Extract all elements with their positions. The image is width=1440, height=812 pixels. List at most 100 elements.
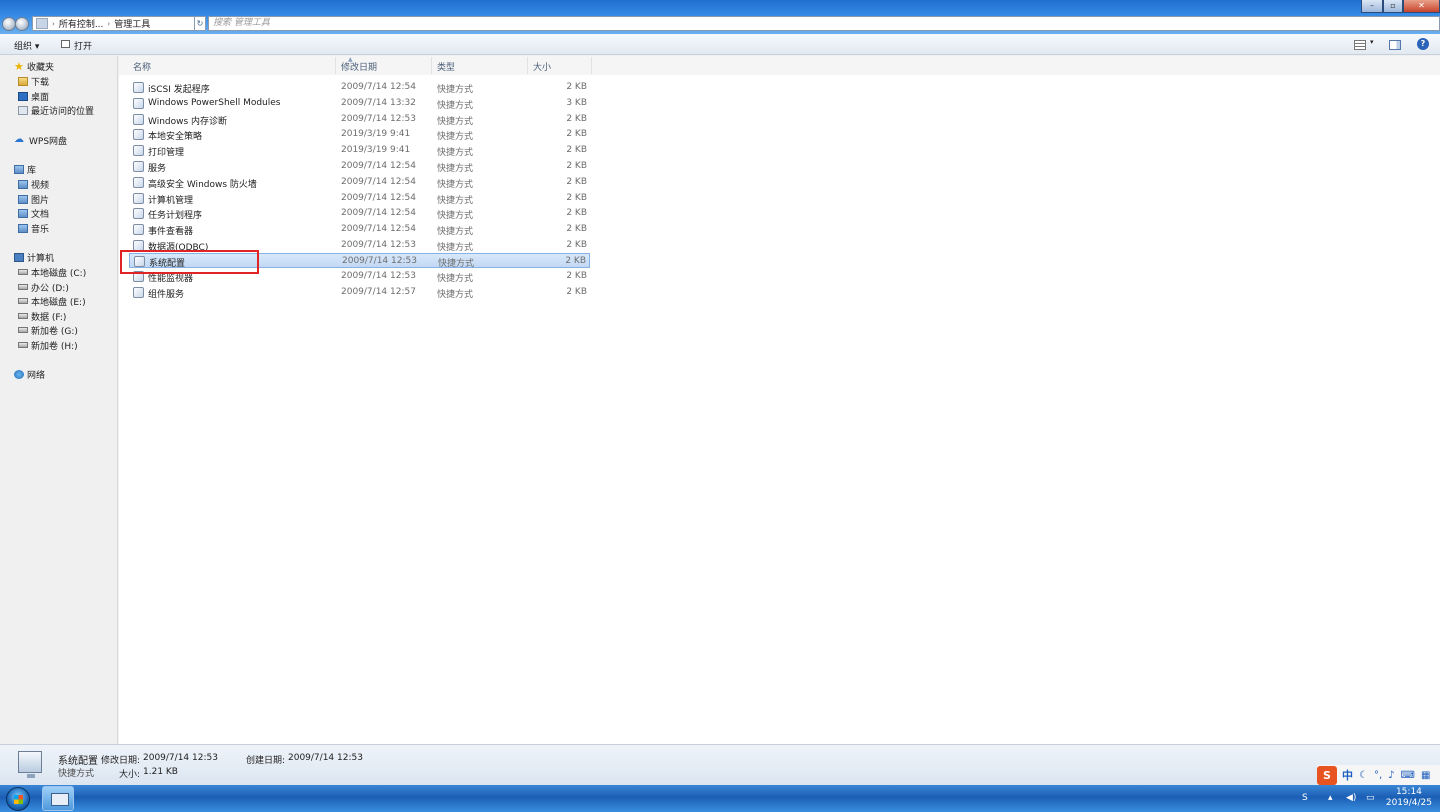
table-row[interactable]: 组件服务 2009/7/14 12:57 快捷方式 2 KB [129, 285, 590, 300]
task-scheduler-shortcut-icon [133, 208, 144, 219]
file-name: 本地安全策略 [148, 132, 203, 142]
table-row[interactable]: 服务 2009/7/14 12:54 快捷方式 2 KB [129, 159, 590, 174]
navigation-pane: ★ 收藏夹 下载 桌面 最近访问的位置 ☁ WPS网盘 库 视频 图片 文档 音… [0, 56, 118, 744]
table-row[interactable]: iSCSI 发起程序 2009/7/14 12:54 快捷方式 2 KB [129, 80, 590, 95]
sidebar-item-desktop[interactable]: 桌面 [18, 89, 49, 103]
preview-pane-icon[interactable] [1389, 40, 1401, 50]
sidebar-item-label: 图片 [31, 195, 50, 206]
sidebar-item-network[interactable]: 网络 [14, 367, 45, 381]
chevron-up-icon[interactable]: ▴ [1328, 793, 1333, 803]
column-header-size[interactable]: 大小 [533, 60, 551, 73]
table-row[interactable]: 打印管理 2019/3/19 9:41 快捷方式 2 KB [129, 143, 590, 158]
breadcrumb-control-panel[interactable]: 所有控制... [59, 17, 104, 30]
recent-places-icon [18, 105, 28, 115]
column-divider[interactable] [591, 57, 592, 74]
view-options-icon[interactable] [1354, 40, 1366, 50]
start-button[interactable] [6, 787, 30, 811]
address-bar[interactable]: › 所有控制... › 管理工具 ▾ [32, 16, 204, 31]
sidebar-item-recent[interactable]: 最近访问的位置 [18, 103, 94, 117]
file-date: 2009/7/14 13:32 [341, 98, 416, 108]
column-header-modified[interactable]: 修改日期 [341, 60, 377, 73]
desktop-icon [18, 91, 28, 101]
sidebar-item-downloads[interactable]: 下载 [18, 74, 49, 88]
sidebar-item-label: 新加卷 (H:) [31, 341, 78, 352]
maximize-button[interactable]: ▫ [1383, 0, 1403, 13]
column-divider[interactable] [431, 57, 432, 74]
sidebar-item-music[interactable]: 音乐 [18, 221, 49, 235]
computer-management-shortcut-icon [133, 193, 144, 204]
open-button[interactable]: 打开 [74, 39, 92, 52]
column-header-type[interactable]: 类型 [437, 60, 455, 73]
sogou-tray-icon[interactable]: S [1302, 793, 1308, 803]
table-row[interactable]: Windows 内存诊断 2009/7/14 12:53 快捷方式 2 KB [129, 112, 590, 127]
table-row[interactable]: 任务计划程序 2009/7/14 12:54 快捷方式 2 KB [129, 206, 590, 221]
column-divider[interactable] [335, 57, 336, 74]
videos-icon [18, 179, 28, 189]
forward-button[interactable] [15, 17, 29, 31]
table-row[interactable]: 计算机管理 2009/7/14 12:54 快捷方式 2 KB [129, 191, 590, 206]
pictures-icon [18, 194, 28, 204]
sidebar-item-label: 计算机 [27, 253, 55, 264]
star-icon: ★ [14, 59, 24, 73]
sidebar-item-drive-g[interactable]: 新加卷 (G:) [18, 323, 78, 337]
organize-button[interactable]: 组织 ▾ [14, 39, 39, 52]
details-file-type: 快捷方式 [58, 769, 95, 779]
file-size: 2 KB [566, 82, 587, 92]
sidebar-item-wps[interactable]: ☁ WPS网盘 [14, 133, 67, 147]
breadcrumb-admin-tools[interactable]: 管理工具 [114, 17, 150, 30]
table-row[interactable]: 高级安全 Windows 防火墙 2009/7/14 12:54 快捷方式 2 … [129, 175, 590, 190]
system-config-large-icon [18, 751, 42, 778]
punctuation-icon[interactable]: °, [1374, 770, 1382, 781]
iscsi-shortcut-icon [133, 82, 144, 93]
column-divider[interactable] [527, 57, 528, 74]
back-button[interactable] [2, 17, 16, 31]
computer-icon [14, 252, 24, 262]
help-icon[interactable]: ? [1417, 38, 1429, 50]
search-input[interactable]: 搜索 管理工具 [208, 16, 1440, 31]
close-button[interactable]: ✕ [1403, 0, 1440, 13]
file-size: 2 KB [566, 208, 587, 218]
file-date: 2009/7/14 12:53 [341, 271, 416, 281]
taskbar-explorer-button[interactable] [42, 786, 74, 811]
minimize-button[interactable]: – [1361, 0, 1383, 13]
grid-icon[interactable]: ▦ [1421, 770, 1430, 781]
table-row[interactable]: 本地安全策略 2019/3/19 9:41 快捷方式 2 KB [129, 127, 590, 142]
volume-icon[interactable]: ◀) [1346, 793, 1356, 803]
network-tray-icon[interactable]: ▭ [1366, 793, 1375, 803]
ime-mode-toggle[interactable]: 中 [1342, 767, 1353, 783]
file-date: 2009/7/14 12:57 [341, 287, 416, 297]
refresh-icon[interactable]: ↻ [194, 16, 206, 31]
microphone-icon[interactable]: ♪ [1388, 770, 1394, 781]
file-date: 2009/7/14 12:54 [341, 193, 416, 203]
sidebar-item-drive-f[interactable]: 数据 (F:) [18, 309, 66, 323]
print-management-shortcut-icon [133, 145, 144, 156]
sidebar-item-pictures[interactable]: 图片 [18, 192, 49, 206]
sidebar-item-drive-h[interactable]: 新加卷 (H:) [18, 338, 78, 352]
sidebar-item-computer[interactable]: 计算机 [14, 250, 54, 264]
sogou-logo-icon[interactable]: S [1317, 765, 1337, 785]
moon-icon[interactable]: ☾ [1359, 770, 1368, 781]
file-size: 2 KB [566, 271, 587, 281]
sidebar-item-documents[interactable]: 文档 [18, 206, 49, 220]
chevron-down-icon[interactable]: ▾ [1370, 38, 1374, 46]
sidebar-item-drive-e[interactable]: 本地磁盘 (E:) [18, 294, 86, 308]
sidebar-item-label: 网络 [27, 370, 46, 381]
sidebar-item-videos[interactable]: 视频 [18, 177, 49, 191]
drive-icon [18, 284, 28, 290]
sidebar-item-library[interactable]: 库 [14, 162, 36, 176]
table-row[interactable]: Windows PowerShell Modules 2009/7/14 13:… [129, 96, 590, 111]
taskbar-clock[interactable]: 15:14 2019/4/25 [1386, 787, 1432, 809]
keyboard-icon[interactable]: ⌨ [1401, 770, 1415, 781]
sidebar-item-drive-c[interactable]: 本地磁盘 (C:) [18, 265, 86, 279]
file-name: 组件服务 [148, 290, 185, 300]
column-header-name[interactable]: 名称 [133, 60, 151, 73]
file-type: 快捷方式 [437, 196, 474, 206]
music-icon [18, 223, 28, 233]
table-row[interactable]: 事件查看器 2009/7/14 12:54 快捷方式 2 KB [129, 222, 590, 237]
details-modified-label: 修改日期: [101, 756, 141, 766]
sidebar-item-drive-d[interactable]: 办公 (D:) [18, 280, 69, 294]
cloud-icon: ☁ [14, 134, 24, 145]
file-type: 快捷方式 [437, 85, 474, 95]
sidebar-item-favorites[interactable]: ★ 收藏夹 [14, 59, 54, 73]
title-bar: › 所有控制... › 管理工具 ▾ ↻ 搜索 管理工具 – ▫ ✕ [0, 0, 1440, 34]
